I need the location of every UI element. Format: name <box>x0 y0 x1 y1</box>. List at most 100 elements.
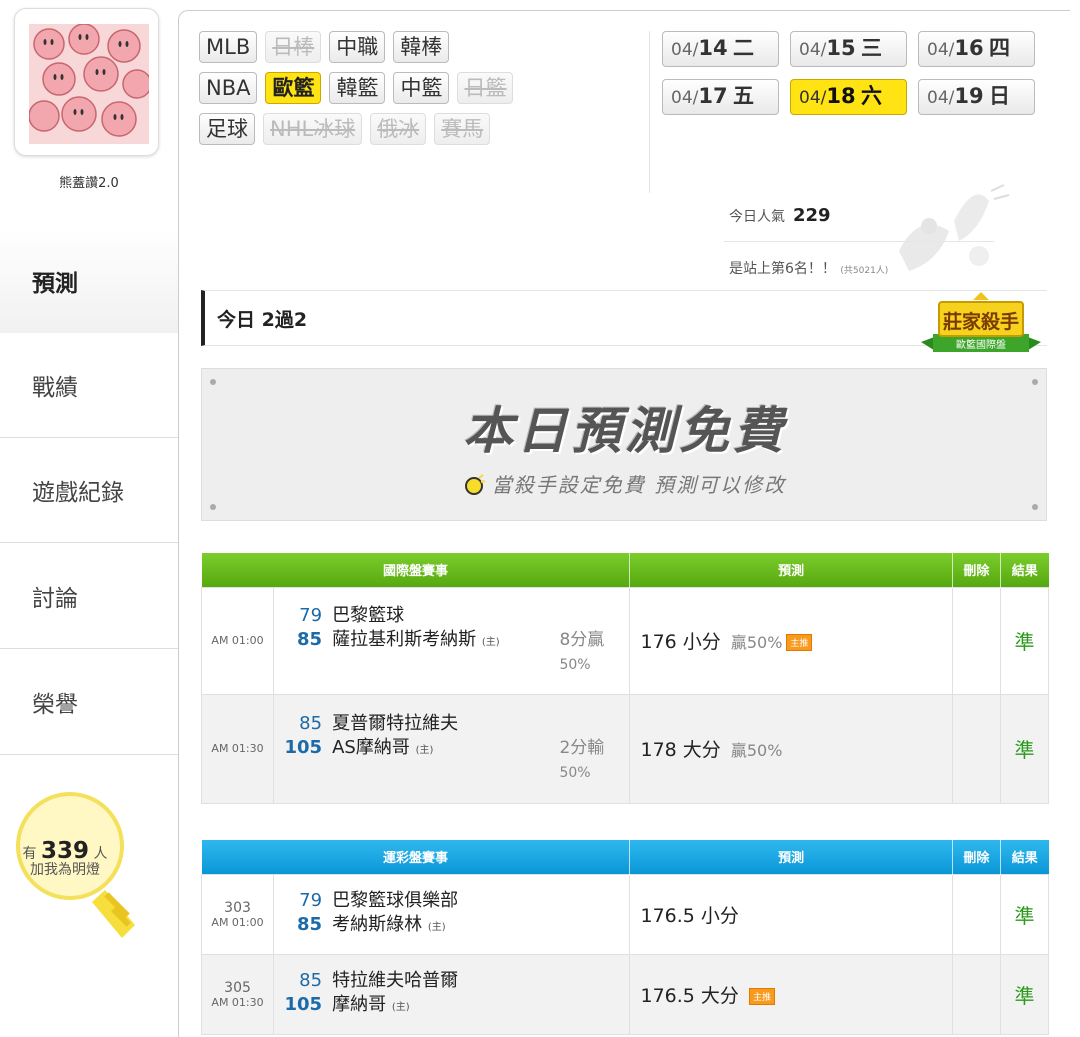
date-day: 15 <box>826 36 856 60</box>
game-time-cell: 305 AM 01:30 <box>200 953 275 1035</box>
bulb-icon <box>464 474 486 495</box>
date-tag[interactable]: 04/19 日 <box>918 79 1035 115</box>
away-team: 巴黎籃球俱樂部 <box>332 889 459 911</box>
date-tag-selected[interactable]: 04/18 六 <box>790 79 907 115</box>
rivet <box>210 504 216 510</box>
game-time: AM 01:00 <box>211 915 264 929</box>
delete-cell <box>951 586 1001 695</box>
home-team: AS摩納哥 (主) <box>332 736 559 785</box>
league-tag-cba[interactable]: 中籃 <box>393 72 450 104</box>
rank-text: 是站上第6名！！ <box>729 261 836 277</box>
away-row: 85 特拉維夫哈普爾 <box>282 969 623 993</box>
prediction-cell: 176.5 小分 <box>629 873 953 955</box>
free-banner-subtitle: 當殺手設定免費 預測可以修改 <box>202 469 1048 498</box>
date-weekday: 六 <box>861 84 882 108</box>
fans-cta[interactable]: 加我為明燈 <box>0 859 130 879</box>
date-day: 19 <box>954 84 984 108</box>
date-month: 04/ <box>671 88 699 108</box>
nav-item-prediction[interactable]: 預測 <box>0 228 178 333</box>
date-tag[interactable]: 04/17 五 <box>662 79 779 115</box>
col-prediction: 預測 <box>629 553 953 587</box>
away-score: 79 <box>299 605 323 626</box>
nav-item-record[interactable]: 戰績 <box>0 333 178 438</box>
league-tag-nba[interactable]: NBA <box>199 72 258 104</box>
league-filter: MLB 日棒 中職 韓棒 NBA 歐籃 韓籃 中籃 日籃 足球 NHL冰球 俄冰… <box>199 31 514 154</box>
popularity-value: 229 <box>793 205 831 226</box>
free-banner-subtitle-text: 當殺手設定免費 預測可以修改 <box>491 473 787 497</box>
home-score: 85 <box>297 629 323 650</box>
table-header: 運彩盤賽事 預測 刪除 結果 <box>201 840 1049 874</box>
away-score: 79 <box>299 889 323 911</box>
prediction-pct: 贏50% <box>730 633 783 652</box>
filter-divider <box>649 31 650 193</box>
home-row: 85 薩拉基利斯考納斯 (主) 8分贏 50% <box>282 628 623 677</box>
match-cell: 85 特拉維夫哈普爾 105 摩納哥 (主) <box>273 953 631 1035</box>
prediction-value: 176.5 小分 <box>640 904 739 927</box>
league-tag-horse-racing: 賽馬 <box>434 113 491 145</box>
league-tag-kbo[interactable]: 韓棒 <box>393 31 450 63</box>
date-day: 17 <box>698 84 728 108</box>
home-team: 薩拉基利斯考納斯 (主) <box>332 628 559 677</box>
prediction-value: 176.5 大分 <box>640 984 739 1007</box>
handicap-text: 2分輸 <box>559 738 605 758</box>
match-cell: 79 巴黎籃球俱樂部 85 考納斯綠林 (主) <box>273 873 631 955</box>
home-score: 105 <box>284 993 323 1015</box>
nav-item-discussion[interactable]: 討論 <box>0 544 178 649</box>
game-time: AM 01:30 <box>200 693 275 804</box>
date-day: 14 <box>698 36 728 60</box>
avatar <box>29 24 149 144</box>
sidebar: 熊蓋讚2.0 預測 戰績 遊戲紀錄 討論 榮譽 有 339 人 加我為明燈 <box>0 0 178 1037</box>
date-month: 04/ <box>671 40 699 60</box>
result-cell: 準 <box>999 693 1050 804</box>
table-row: AM 01:30 85 夏普爾特拉維夫 105 AS摩納哥 (主) 2分輸 50% 17… <box>200 693 1050 804</box>
nav-item-honor[interactable]: 榮譽 <box>0 650 178 755</box>
result-cell: 準 <box>999 586 1050 695</box>
home-row: 105 摩納哥 (主) <box>282 993 623 1020</box>
date-month: 04/ <box>799 88 827 108</box>
col-prediction: 預測 <box>629 840 953 874</box>
away-row: 85 夏普爾特拉維夫 <box>282 712 623 736</box>
date-weekday: 日 <box>989 84 1010 108</box>
home-score: 85 <box>297 913 323 935</box>
date-tag[interactable]: 04/15 三 <box>790 31 907 67</box>
main-pick-badge: 主推 <box>786 634 813 651</box>
nav-item-game-log[interactable]: 遊戲紀錄 <box>0 438 178 543</box>
league-tag-mlb[interactable]: MLB <box>199 31 258 63</box>
league-tag-soccer[interactable]: 足球 <box>199 113 255 145</box>
date-row: 04/17 五 04/18 六 04/19 日 <box>662 79 1047 115</box>
table-row: AM 01:00 79 巴黎籃球 85 薩拉基利斯考納斯 (主) 8分贏 50% 176… <box>200 586 1050 695</box>
date-tag[interactable]: 04/16 四 <box>918 31 1035 67</box>
league-row: 足球 NHL冰球 俄冰 賽馬 <box>199 113 513 145</box>
date-tag[interactable]: 04/14 二 <box>662 31 779 67</box>
home-team-name: 薩拉基利斯考納斯 <box>332 629 477 650</box>
game-time: AM 01:00 <box>200 586 275 695</box>
home-row: 85 考納斯綠林 (主) <box>282 913 623 940</box>
date-day: 16 <box>954 36 984 60</box>
col-delete: 刪除 <box>952 553 1001 587</box>
popularity: 今日人氣 229 <box>729 205 831 226</box>
delete-cell <box>951 693 1001 804</box>
col-event: 運彩盤賽事 <box>201 840 631 874</box>
prediction-cell: 176.5 大分 主推 <box>629 953 953 1035</box>
table-row: 305 AM 01:30 85 特拉維夫哈普爾 105 摩納哥 (主) 176.5 大… <box>200 953 1050 1035</box>
prediction-pct: 贏50% <box>730 741 783 760</box>
league-tag-cpbl[interactable]: 中職 <box>329 31 386 63</box>
game-time-cell: 303 AM 01:00 <box>200 873 275 955</box>
league-tag-khl: 俄冰 <box>370 113 427 145</box>
avatar-card[interactable] <box>14 8 159 156</box>
away-team: 巴黎籃球 <box>332 605 405 626</box>
date-month: 04/ <box>799 40 827 60</box>
handicap-line: 8分贏 50% <box>559 628 623 677</box>
prediction-cell: 178 大分 贏50% <box>629 693 953 804</box>
home-tag: (主) <box>391 1001 410 1013</box>
date-weekday: 五 <box>733 84 754 108</box>
stats-divider <box>724 241 994 242</box>
table-row: 303 AM 01:00 79 巴黎籃球俱樂部 85 考納斯綠林 (主) 176.5 … <box>200 873 1050 955</box>
badge-title: 莊家殺手 <box>943 310 1019 333</box>
date-month: 04/ <box>927 40 955 60</box>
league-tag-euro-basketball[interactable]: 歐籃 <box>265 72 322 104</box>
league-tag-kbl[interactable]: 韓籃 <box>329 72 386 104</box>
handicap-line: 2分輸 50% <box>559 736 623 785</box>
league-tag-nhl: NHL冰球 <box>263 113 363 145</box>
home-tag: (主) <box>415 745 434 756</box>
